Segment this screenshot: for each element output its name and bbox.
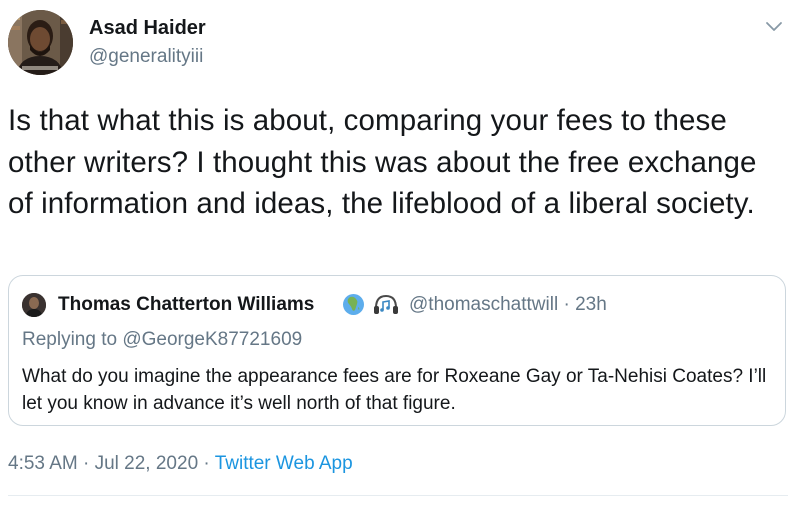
tweet-date[interactable]: Jul 22, 2020: [95, 453, 199, 474]
meta-separator: ·: [558, 294, 576, 315]
chevron-down-icon[interactable]: [762, 16, 786, 36]
quoted-author-avatar[interactable]: [22, 293, 46, 317]
author-name[interactable]: Asad Haider: [89, 17, 206, 40]
divider: [8, 495, 788, 496]
author-handle[interactable]: @generalityiii: [89, 46, 203, 68]
headphones-music-icon: [373, 293, 399, 316]
quoted-author-meta: @thomaschattwill · 23h: [409, 294, 607, 316]
tweet-time[interactable]: 4:53 AM: [8, 453, 78, 474]
meta-separator: ·: [77, 453, 95, 474]
tweet-text: Is that what this is about, comparing yo…: [8, 104, 757, 220]
replying-to[interactable]: Replying to @GeorgeK87721609: [22, 329, 302, 351]
quoted-tweet-age[interactable]: 23h: [575, 294, 607, 315]
tweet-source-link[interactable]: Twitter Web App: [215, 453, 353, 474]
tweet-meta: 4:53 AM · Jul 22, 2020 · Twitter Web App: [8, 453, 353, 475]
author-avatar[interactable]: [8, 10, 73, 75]
quoted-tweet[interactable]: Thomas Chatterton Williams @thomaschattw…: [8, 275, 786, 426]
meta-separator: ·: [198, 453, 215, 474]
globe-africa-icon: [342, 293, 365, 316]
quoted-author-name[interactable]: Thomas Chatterton Williams: [58, 294, 314, 316]
quoted-tweet-text: What do you imagine the appearance fees …: [22, 366, 767, 414]
quoted-author-handle[interactable]: @thomaschattwill: [409, 294, 558, 315]
